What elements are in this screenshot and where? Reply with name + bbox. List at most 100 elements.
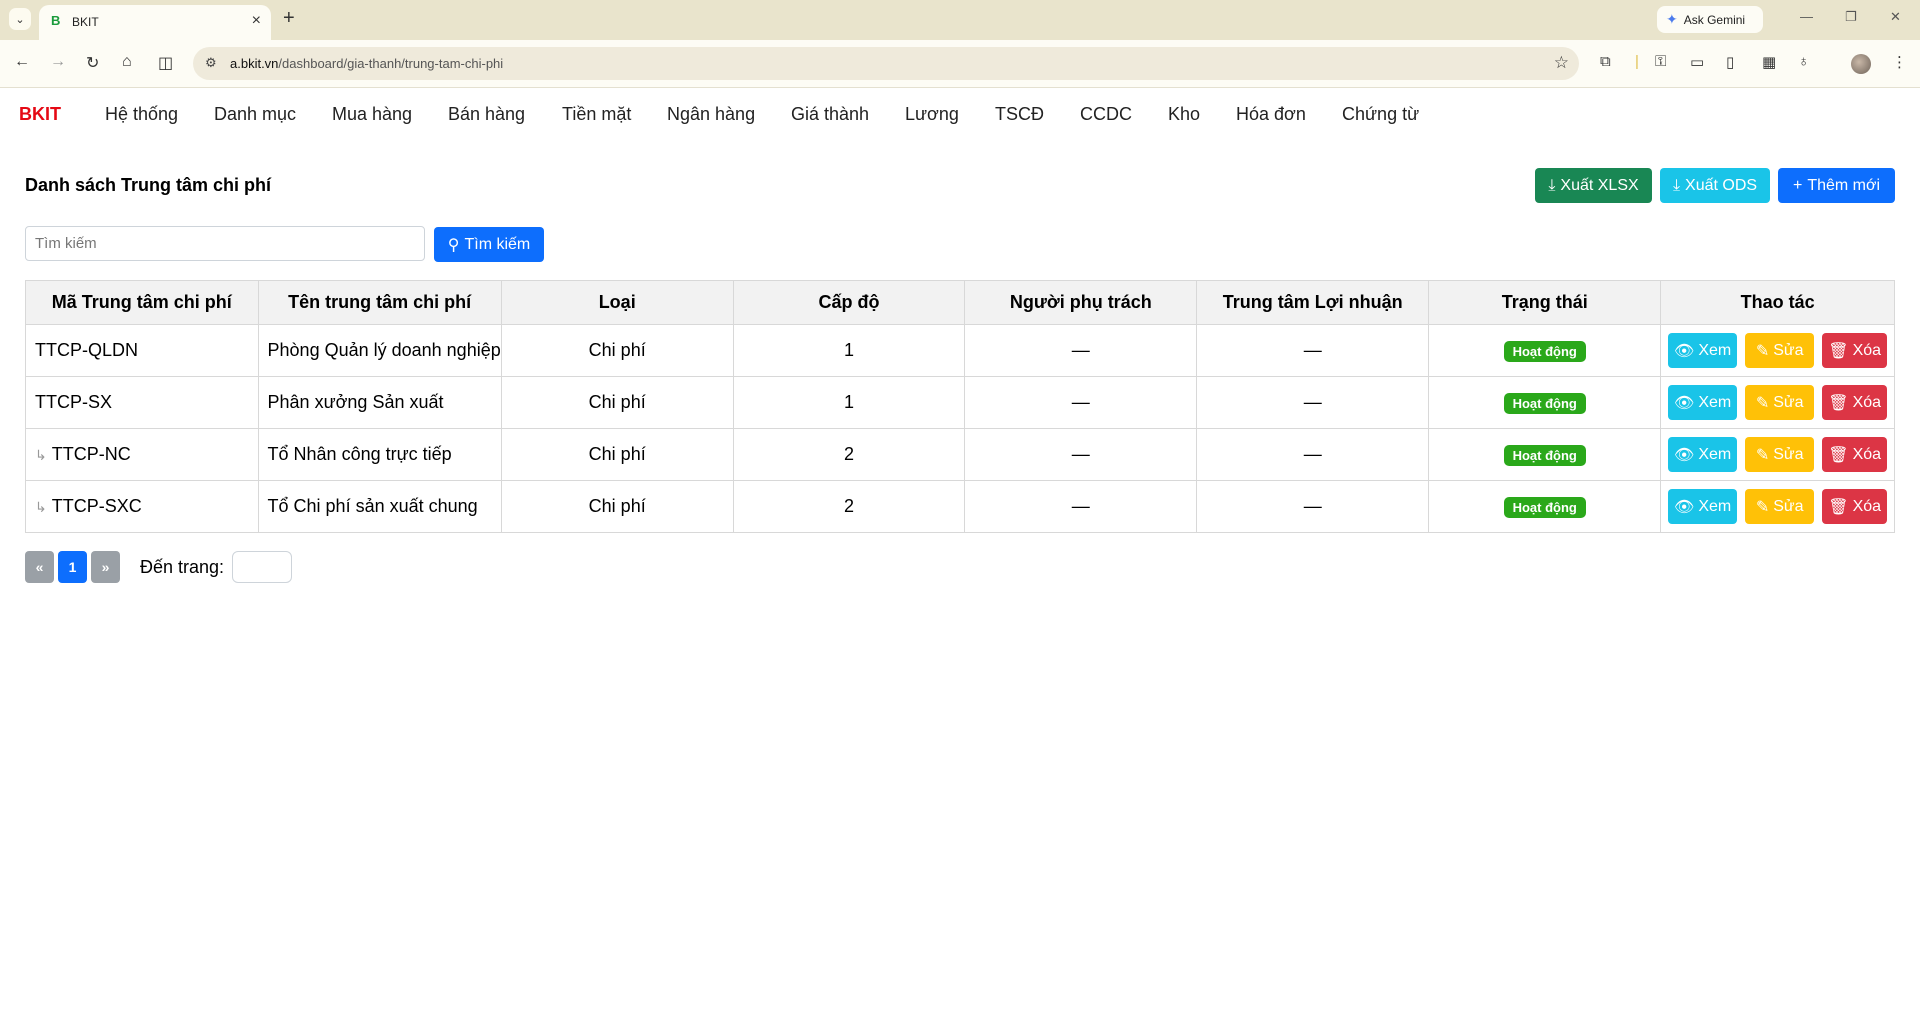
prev-page-button[interactable]: «: [25, 551, 54, 583]
menu-tien-mat[interactable]: Tiền mặt: [562, 104, 631, 125]
cell-level: 1: [732, 376, 966, 429]
cell-profit-center: —: [1196, 428, 1430, 481]
edit-button[interactable]: ✎ Sửa: [1745, 489, 1815, 524]
password-key-icon[interactable]: ⚿: [1655, 53, 1666, 70]
cell-type: Chi phí: [500, 428, 734, 481]
cell-code: ↳ TTCP-NC: [25, 428, 259, 481]
trash-icon: 🗑: [1828, 498, 1849, 516]
menu-hoa-don[interactable]: Hóa đơn: [1236, 104, 1306, 125]
menu-danh-muc[interactable]: Danh mục: [214, 104, 296, 125]
browser-tab[interactable]: B BKIT ×: [39, 5, 271, 40]
plus-icon: +: [1792, 176, 1803, 194]
cell-profit-center: —: [1196, 376, 1430, 429]
cell-code-text: TTCP-SXC: [51, 496, 142, 516]
delete-button[interactable]: 🗑 Xóa: [1822, 489, 1888, 524]
add-new-button[interactable]: + Thêm mới: [1778, 168, 1895, 203]
menu-mua-hang[interactable]: Mua hàng: [332, 104, 412, 125]
header-profit-center[interactable]: Trung tâm Lợi nhuận: [1196, 280, 1430, 325]
delete-button[interactable]: 🗑 Xóa: [1822, 437, 1888, 472]
menu-kho[interactable]: Kho: [1168, 104, 1200, 125]
forward-icon[interactable]: →: [50, 53, 66, 71]
download-icon: ⤓: [1672, 176, 1681, 194]
delete-label: Xóa: [1852, 497, 1882, 515]
search-button-label: Tìm kiếm: [464, 235, 531, 253]
edit-label: Sửa: [1773, 445, 1804, 463]
table-header-row: Mã Trung tâm chi phí Tên trung tâm chi p…: [25, 280, 1895, 325]
tab-title: BKIT: [72, 15, 99, 29]
bookmark-star-icon[interactable]: ☆: [1554, 53, 1569, 73]
cell-type: Chi phí: [500, 480, 734, 533]
edit-button[interactable]: ✎ Sửa: [1745, 333, 1815, 368]
menu-tscd[interactable]: TSCĐ: [995, 104, 1044, 125]
status-badge: Hoạt động: [1503, 340, 1586, 362]
incognito-icon[interactable]: ♁: [1798, 53, 1809, 70]
next-page-button[interactable]: »: [91, 551, 120, 583]
goto-page-input[interactable]: [232, 551, 293, 583]
cell-owner: —: [964, 376, 1198, 429]
view-button[interactable]: 👁 Xem: [1668, 333, 1738, 368]
home-icon[interactable]: ⌂: [122, 53, 132, 71]
edit-button[interactable]: ✎ Sửa: [1745, 437, 1815, 472]
extensions-icon[interactable]: ⧉: [1600, 53, 1611, 70]
more-menu-icon[interactable]: ⋮: [1892, 53, 1907, 71]
delete-button[interactable]: 🗑 Xóa: [1822, 385, 1888, 420]
brand-logo[interactable]: BKIT: [19, 104, 61, 125]
reading-mode-icon[interactable]: ▯: [1726, 53, 1734, 71]
menu-ccdc[interactable]: CCDC: [1080, 104, 1132, 125]
app-navbar: BKIT Hệ thống Danh mục Mua hàng Bán hàng…: [0, 88, 1920, 142]
menu-chung-tu[interactable]: Chứng từ: [1342, 104, 1419, 125]
back-icon[interactable]: ←: [14, 53, 30, 71]
pencil-icon: ✎: [1755, 342, 1770, 360]
view-button[interactable]: 👁 Xem: [1668, 437, 1738, 472]
restore-icon[interactable]: ❐: [1845, 9, 1857, 25]
site-favicon-icon: B: [51, 13, 61, 28]
search-input[interactable]: [25, 226, 425, 261]
menu-he-thong[interactable]: Hệ thống: [105, 104, 178, 125]
window-close-icon[interactable]: ✕: [1890, 9, 1901, 25]
view-button[interactable]: 👁 Xem: [1668, 385, 1738, 420]
cell-code: ↳ TTCP-SXC: [25, 480, 259, 533]
header-status[interactable]: Trạng thái: [1428, 280, 1662, 325]
address-bar[interactable]: ⚙ a.bkit.vn/dashboard/gia-thanh/trung-ta…: [193, 47, 1579, 80]
close-tab-icon[interactable]: ×: [252, 12, 261, 30]
header-level[interactable]: Cấp độ: [732, 280, 966, 325]
export-ods-button[interactable]: ⤓ Xuất ODS: [1660, 168, 1770, 203]
reload-icon[interactable]: ↻: [86, 53, 99, 73]
cell-name: Phân xưởng Sản xuất: [257, 376, 502, 429]
menu-ngan-hang[interactable]: Ngân hàng: [667, 104, 755, 125]
header-owner[interactable]: Người phụ trách: [964, 280, 1198, 325]
cell-actions: 👁 Xem ✎ Sửa 🗑 Xóa: [1660, 480, 1895, 533]
split-view-icon[interactable]: ◫: [158, 53, 173, 73]
menu-ban-hang[interactable]: Bán hàng: [448, 104, 525, 125]
edit-label: Sửa: [1773, 497, 1804, 515]
eye-icon: 👁: [1674, 446, 1695, 464]
tab-layout-icon[interactable]: ▦: [1762, 53, 1776, 71]
current-page-button[interactable]: 1: [58, 551, 87, 583]
url-text[interactable]: a.bkit.vn/dashboard/gia-thanh/trung-tam-…: [230, 56, 503, 71]
new-tab-icon[interactable]: +: [283, 7, 295, 30]
cell-owner: —: [964, 324, 1198, 377]
profile-avatar[interactable]: [1851, 54, 1871, 74]
table-row: TTCP-QLDN Phòng Quản lý doanh nghiệp Chi…: [25, 324, 1895, 377]
header-name[interactable]: Tên trung tâm chi phí: [257, 280, 502, 325]
view-button[interactable]: 👁 Xem: [1668, 489, 1738, 524]
header-code[interactable]: Mã Trung tâm chi phí: [25, 280, 259, 325]
trash-icon: 🗑: [1828, 342, 1849, 360]
delete-label: Xóa: [1852, 341, 1882, 359]
edit-label: Sửa: [1773, 393, 1804, 411]
header-type[interactable]: Loại: [500, 280, 734, 325]
cell-actions: 👁 Xem ✎ Sửa 🗑 Xóa: [1660, 376, 1895, 429]
tab-search-icon[interactable]: ⌄: [9, 8, 31, 30]
minimize-icon[interactable]: —: [1800, 9, 1813, 24]
export-xlsx-button[interactable]: ⤓ Xuất XLSX: [1535, 168, 1652, 203]
edit-button[interactable]: ✎ Sửa: [1745, 385, 1815, 420]
delete-button[interactable]: 🗑 Xóa: [1822, 333, 1888, 368]
menu-luong[interactable]: Lương: [905, 104, 959, 125]
payment-card-icon[interactable]: ▭: [1690, 53, 1704, 71]
search-button[interactable]: ⚲ Tìm kiếm: [434, 227, 544, 262]
cell-name: Tổ Chi phí sản xuất chung: [257, 480, 502, 533]
ask-gemini-button[interactable]: ✦ Ask Gemini: [1657, 6, 1763, 33]
cell-profit-center: —: [1196, 324, 1430, 377]
menu-gia-thanh[interactable]: Giá thành: [791, 104, 869, 125]
site-info-icon[interactable]: ⚙: [205, 55, 217, 71]
